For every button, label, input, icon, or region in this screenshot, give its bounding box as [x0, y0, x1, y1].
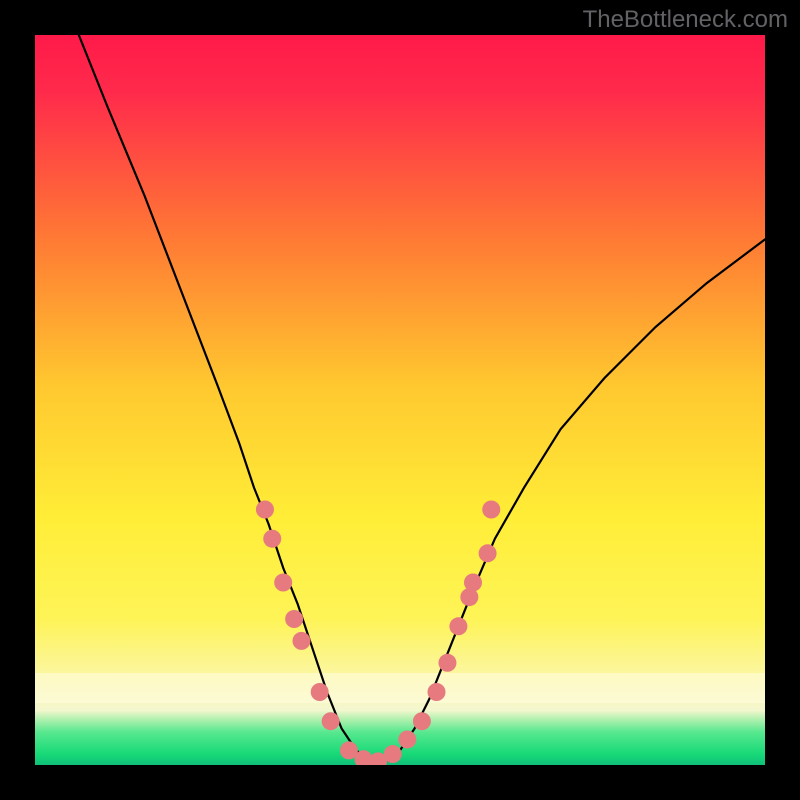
data-marker [482, 501, 500, 519]
data-marker [311, 683, 329, 701]
data-marker [398, 730, 416, 748]
chart-frame: TheBottleneck.com [0, 0, 800, 800]
plot-area [35, 35, 765, 765]
data-marker [285, 610, 303, 628]
gradient-background [35, 35, 765, 765]
data-marker [263, 530, 281, 548]
pale-band [35, 673, 765, 703]
bottleneck-chart [35, 35, 765, 765]
data-marker [449, 617, 467, 635]
data-marker [322, 712, 340, 730]
data-marker [438, 654, 456, 672]
data-marker [274, 574, 292, 592]
data-marker [292, 632, 310, 650]
data-marker [413, 712, 431, 730]
data-marker [384, 745, 402, 763]
data-marker [464, 574, 482, 592]
data-marker [256, 501, 274, 519]
data-marker [428, 683, 446, 701]
data-marker [479, 544, 497, 562]
attribution-text: TheBottleneck.com [583, 6, 788, 34]
